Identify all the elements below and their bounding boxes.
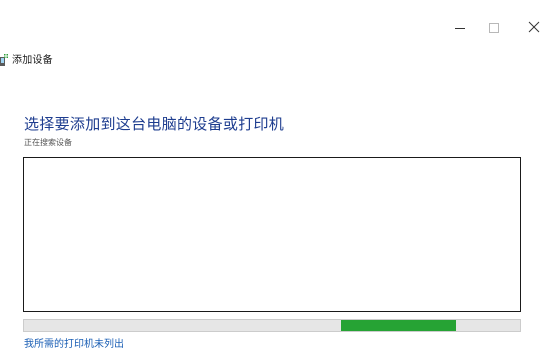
search-status-text: 正在搜索设备: [24, 138, 72, 147]
window-title: 添加设备: [12, 54, 53, 66]
close-icon: [528, 21, 540, 33]
maximize-icon: [489, 23, 499, 33]
add-device-icon: [0, 52, 8, 66]
maximize-button[interactable]: [484, 18, 504, 38]
add-device-window: 添加设备 选择要添加到这台电脑的设备或打印机 正在搜索设备 我所需的打印机未列出: [0, 0, 558, 359]
minimize-button[interactable]: [451, 18, 471, 38]
minimize-icon: [455, 28, 465, 29]
page-title: 选择要添加到这台电脑的设备或打印机: [24, 115, 285, 133]
close-button[interactable]: [525, 18, 545, 38]
progress-indicator: [341, 320, 456, 331]
search-progress-bar: [23, 319, 521, 332]
printer-not-listed-link[interactable]: 我所需的打印机未列出: [24, 335, 124, 350]
device-list[interactable]: [23, 157, 521, 312]
app-title-bar: 添加设备: [0, 50, 53, 66]
